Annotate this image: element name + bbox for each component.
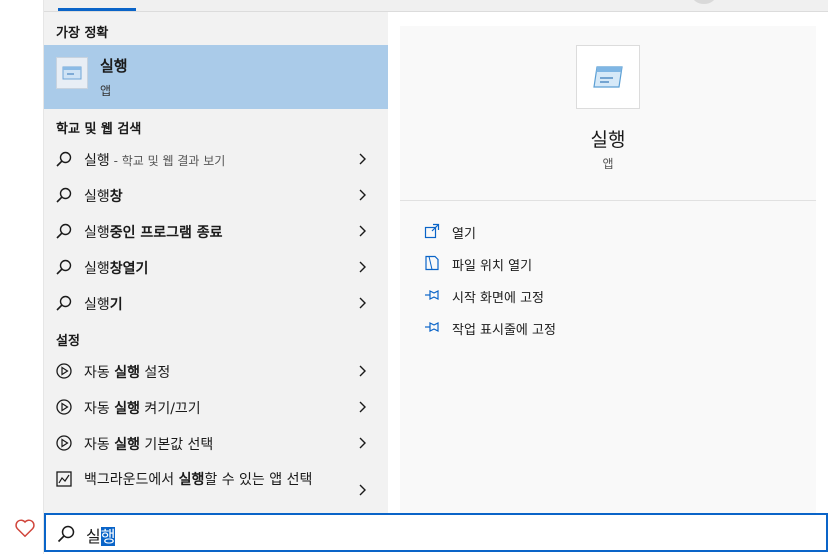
web-result-label: 실행중인 프로그램 종료 <box>84 225 223 241</box>
best-match-header: 가장 정확 <box>56 26 109 41</box>
settings-result-item[interactable]: 자동 실행 기본값 선택 <box>44 425 388 461</box>
web-search-header: 학교 및 웹 검색 <box>56 122 142 137</box>
best-match-subtitle: 앱 <box>100 84 112 98</box>
web-result-label: 실행 - 학교 및 웹 결과 보기 <box>84 153 226 169</box>
search-typed-text: 실 <box>86 527 101 546</box>
chevron-right-icon[interactable] <box>356 484 368 496</box>
chevron-right-icon[interactable] <box>356 153 368 165</box>
best-match-item[interactable]: 실행 앱 <box>44 45 388 109</box>
settings-result-label: 자동 실행 설정 <box>84 365 171 381</box>
background-window <box>0 0 44 554</box>
chevron-right-icon[interactable] <box>356 437 368 449</box>
pin-icon <box>425 322 439 332</box>
chevron-right-icon[interactable] <box>356 401 368 413</box>
pin-to-taskbar-label: 작업 표시줄에 고정 <box>452 323 556 338</box>
chevron-right-icon[interactable] <box>356 261 368 273</box>
search-icon <box>56 187 72 203</box>
best-match-title: 실행 <box>100 57 128 75</box>
open-file-location-action[interactable]: 파일 위치 열기 <box>424 253 724 277</box>
search-selected-text: 행 <box>100 527 116 546</box>
settings-result-label: 자동 실행 켜기/끄기 <box>84 401 201 417</box>
pin-to-start-action[interactable]: 시작 화면에 고정 <box>424 285 724 309</box>
detail-divider <box>400 200 816 201</box>
detail-app-title: 실행 <box>590 129 626 151</box>
search-icon <box>57 525 75 543</box>
pin-icon <box>425 290 439 300</box>
run-app-large-icon <box>576 45 640 109</box>
search-input[interactable]: 실행 <box>44 513 828 552</box>
settings-header: 설정 <box>56 334 80 349</box>
open-action-label: 열기 <box>452 227 476 242</box>
open-file-location-label: 파일 위치 열기 <box>452 259 533 274</box>
settings-result-item[interactable]: 백그라운드에서 실행할 수 있는 앱 선택 <box>44 466 388 510</box>
active-tab-indicator <box>58 8 136 11</box>
pin-to-start-label: 시작 화면에 고정 <box>452 291 544 306</box>
web-result-label: 실행창 <box>84 189 123 205</box>
settings-result-item[interactable]: 자동 실행 설정 <box>44 353 388 389</box>
autoplay-icon <box>56 435 72 451</box>
open-action[interactable]: 열기 <box>424 221 724 245</box>
background-apps-icon <box>56 471 72 487</box>
search-icon <box>56 151 72 167</box>
chevron-right-icon[interactable] <box>356 365 368 377</box>
search-results-panel: 가장 정확 실행 앱 학교 및 웹 검색 실행 - 학교 및 웹 결과 보기 실… <box>44 12 388 513</box>
pin-to-taskbar-action[interactable]: 작업 표시줄에 고정 <box>424 317 724 341</box>
web-result-item[interactable]: 실행창열기 <box>44 249 388 285</box>
autoplay-icon <box>56 363 72 379</box>
search-icon <box>56 259 72 275</box>
chevron-right-icon[interactable] <box>356 225 368 237</box>
web-result-item[interactable]: 실행기 <box>44 285 388 321</box>
detail-app-subtitle: 앱 <box>602 157 614 171</box>
chevron-right-icon[interactable] <box>356 297 368 309</box>
search-query[interactable]: 실행 <box>86 523 116 547</box>
web-result-label: 실행창열기 <box>84 261 149 277</box>
web-result-item[interactable]: 실행 - 학교 및 웹 결과 보기 <box>44 141 388 177</box>
web-result-item[interactable]: 실행창 <box>44 177 388 213</box>
settings-result-label: 백그라운드에서 실행할 수 있는 앱 선택 <box>84 472 313 488</box>
heart-icon <box>15 519 35 538</box>
app-detail-panel: 실행 앱 열기 파일 위치 열기 시작 화면에 고정 작업 표시줄에 고정 <box>400 26 816 513</box>
run-app-icon <box>56 57 88 89</box>
settings-result-label: 자동 실행 기본값 선택 <box>84 437 214 453</box>
chevron-right-icon[interactable] <box>356 189 368 201</box>
search-icon <box>56 223 72 239</box>
search-icon <box>56 295 72 311</box>
open-icon <box>424 223 440 239</box>
web-result-item[interactable]: 실행중인 프로그램 종료 <box>44 213 388 249</box>
settings-result-item[interactable]: 자동 실행 켜기/끄기 <box>44 389 388 425</box>
file-location-icon <box>425 255 439 271</box>
autoplay-icon <box>56 399 72 415</box>
web-result-label: 실행기 <box>84 297 123 313</box>
